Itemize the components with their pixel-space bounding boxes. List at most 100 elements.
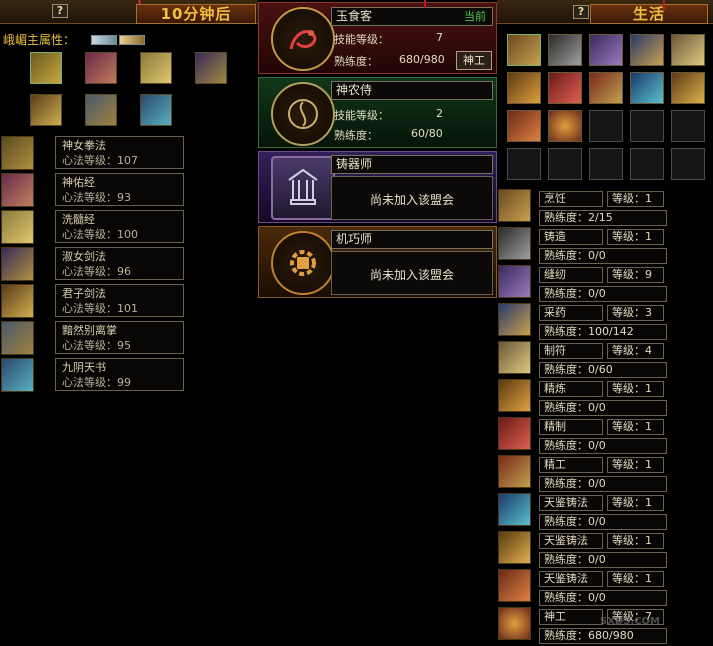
grid-slot-empty[interactable] <box>589 110 623 142</box>
life-skills-banner: 生活 <box>590 4 708 24</box>
tip-line <box>424 0 426 8</box>
kungfu-level: 心法等级：96 <box>62 265 131 278</box>
grid-slot-empty[interactable] <box>589 148 623 180</box>
guild-status-box: 尚未加入该盟会 <box>331 251 493 295</box>
skill-level: 等级：1 <box>607 229 664 245</box>
grid-slot[interactable] <box>548 110 582 142</box>
attribute-icon-2[interactable] <box>85 52 117 84</box>
attribute-tab-1[interactable] <box>91 34 118 45</box>
skill-level: 等级：1 <box>607 381 664 397</box>
attribute-tabs <box>91 34 146 45</box>
kungfu-row-5[interactable]: 君子剑法 心法等级：101 <box>1 284 184 318</box>
life-skill-row[interactable]: 精制 等级：1 熟练度：0/0 <box>497 417 713 455</box>
life-skill-row[interactable]: 精炼 等级：1 熟练度：0/0 <box>497 379 713 417</box>
grid-slot[interactable] <box>630 34 664 66</box>
grid-slot[interactable] <box>507 110 541 142</box>
guild-title-row: 玉食客 当前 <box>331 7 493 26</box>
life-skill-row[interactable]: 天鉴铸法 等级：1 熟练度：0/0 <box>497 569 713 607</box>
tianjian-casting-icon <box>498 493 531 526</box>
kungfu-icon <box>1 321 34 355</box>
kungfu-icon <box>1 173 34 207</box>
skill-name: 精制 <box>539 419 603 435</box>
kungfu-icon <box>1 247 34 281</box>
kungfu-name: 淑女剑法 <box>62 250 106 263</box>
guild-skill-row: 技能等级： 7 <box>334 31 494 47</box>
kungfu-level: 心法等级：93 <box>62 191 131 204</box>
kungfu-name: 九阴天书 <box>62 361 106 374</box>
kungfu-icon <box>1 210 34 244</box>
life-skill-row[interactable]: 烹饪 等级：1 熟练度：2/15 <box>497 189 713 227</box>
kungfu-row-2[interactable]: 神佑经心法等级：93 <box>1 173 184 207</box>
skill-level: 等级：3 <box>607 305 664 321</box>
skill-name: 神工 <box>539 609 603 625</box>
skill-name: 精工 <box>539 457 603 473</box>
grid-slot[interactable] <box>589 34 623 66</box>
attribute-icon-6[interactable] <box>85 94 117 126</box>
kungfu-row-6[interactable]: 黯然别离掌 心法等级：95 <box>1 321 184 355</box>
skill-proficiency: 熟练度：0/0 <box>539 400 667 416</box>
guild-skill-row: 技能等级： 2 <box>334 107 494 123</box>
life-skill-row[interactable]: 天鉴铸法 等级：1 熟练度：0/0 <box>497 531 713 569</box>
grid-slot[interactable] <box>671 34 705 66</box>
grid-slot[interactable] <box>671 72 705 104</box>
grid-slot-empty[interactable] <box>507 148 541 180</box>
attribute-icon-5[interactable] <box>30 94 62 126</box>
kungfu-row-7[interactable]: 九阴天书 心法等级：99 <box>1 358 184 392</box>
life-skill-row[interactable]: 制符 等级：4 熟练度：0/60 <box>497 341 713 379</box>
forging-icon <box>498 227 531 260</box>
guild-card-smith[interactable]: 铸器师 尚未加入该盟会 <box>258 151 497 223</box>
skill-proficiency: 熟练度：680/980 <box>539 628 667 644</box>
grid-slot[interactable] <box>548 34 582 66</box>
skill-proficiency: 熟练度：0/60 <box>539 362 667 378</box>
grid-slot[interactable] <box>630 72 664 104</box>
grid-slot[interactable] <box>507 34 541 66</box>
kungfu-icon <box>1 358 34 392</box>
grid-slot-empty[interactable] <box>671 110 705 142</box>
life-skill-row[interactable]: 铸造 等级：1 熟练度：0/0 <box>497 227 713 265</box>
kungfu-row-3[interactable]: 洗髓经 心法等级：100 <box>1 210 184 244</box>
attribute-tab-2[interactable] <box>119 34 146 45</box>
skill-level: 等级：1 <box>607 495 664 511</box>
grid-slot-empty[interactable] <box>630 110 664 142</box>
grid-slot[interactable] <box>548 72 582 104</box>
guild-title-row: 神农侍 <box>331 81 493 100</box>
guild-name: 铸器师 <box>336 157 373 171</box>
life-skill-grid <box>507 34 713 184</box>
skill-proficiency: 熟练度：100/142 <box>539 324 667 340</box>
skill-name: 天鉴铸法 <box>539 571 603 587</box>
help-button[interactable]: ? <box>52 4 68 18</box>
kungfu-icon <box>1 284 34 318</box>
skill-proficiency: 熟练度：0/0 <box>539 514 667 530</box>
current-guild-tag: 当前 <box>464 10 486 23</box>
divine-craft-icon <box>498 607 531 640</box>
sewing-icon <box>498 265 531 298</box>
guild-status-box: 尚未加入该盟会 <box>331 176 493 220</box>
skill-level: 等级：1 <box>607 457 664 473</box>
skill-level-label: 技能等级： <box>334 109 389 122</box>
attribute-icon-3[interactable] <box>140 52 172 84</box>
grid-slot-empty[interactable] <box>671 148 705 180</box>
proficiency-label: 熟练度： <box>334 129 378 142</box>
grid-slot[interactable] <box>589 72 623 104</box>
kungfu-row-1[interactable]: 神女拳法 心法等级：107 <box>1 136 184 170</box>
guild-card-mechanic[interactable]: 机巧师 尚未加入该盟会 <box>258 226 497 298</box>
attribute-icon-1[interactable] <box>30 52 62 84</box>
kungfu-name: 神佑经 <box>62 176 95 189</box>
shengong-button[interactable]: 神工 <box>456 51 492 70</box>
attribute-icon-4[interactable] <box>195 52 227 84</box>
kungfu-row-4[interactable]: 淑女剑法心法等级：96 <box>1 247 184 281</box>
life-skill-row[interactable]: 天鉴铸法 等级：1 熟练度：0/0 <box>497 493 713 531</box>
skill-name: 采药 <box>539 305 603 321</box>
help-button[interactable]: ? <box>573 5 589 19</box>
life-skill-row[interactable]: 缝纫 等级：9 熟练度：0/0 <box>497 265 713 303</box>
attribute-icon-7[interactable] <box>140 94 172 126</box>
grid-slot-empty[interactable] <box>630 148 664 180</box>
guild-card-cook[interactable]: 玉食客 当前 技能等级： 7 熟练度： 680/980 神工 <box>258 2 497 74</box>
grid-slot-empty[interactable] <box>548 148 582 180</box>
herb-gathering-icon <box>498 303 531 336</box>
life-skill-row[interactable]: 精工 等级：1 熟练度：0/0 <box>497 455 713 493</box>
life-skill-row[interactable]: 采药 等级：3 熟练度：100/142 <box>497 303 713 341</box>
kungfu-name: 君子剑法 <box>62 287 106 300</box>
grid-slot[interactable] <box>507 72 541 104</box>
guild-card-medicine[interactable]: 神农侍 技能等级： 2 熟练度： 60/80 <box>258 77 497 148</box>
